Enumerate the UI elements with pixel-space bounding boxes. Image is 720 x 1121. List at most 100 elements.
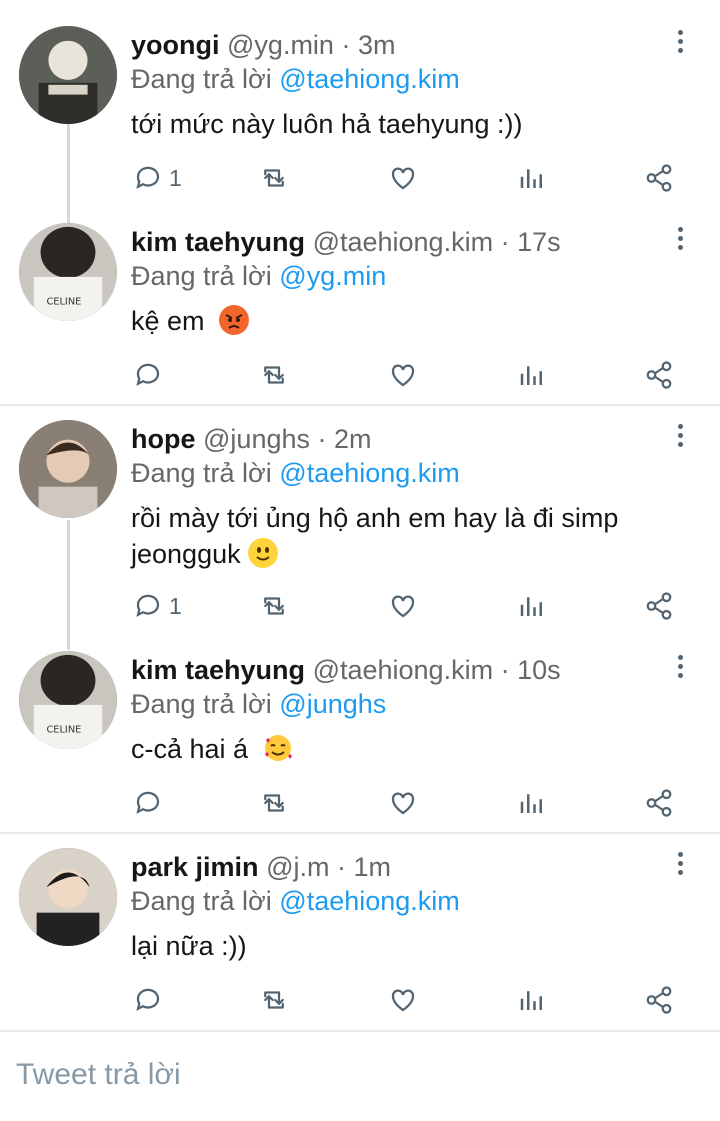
replying-prefix: Đang trả lời: [131, 261, 272, 291]
timestamp[interactable]: 10s: [517, 655, 561, 685]
timestamp[interactable]: 1m: [354, 852, 392, 882]
tweet-actions: [0, 783, 720, 823]
separator-dot: ·: [341, 30, 351, 60]
timestamp[interactable]: 3m: [358, 30, 396, 60]
divider: [0, 404, 720, 406]
slightly-smiling-face-icon: [247, 538, 278, 568]
share-button[interactable]: [644, 980, 674, 1020]
mention-link[interactable]: @yg.min: [279, 261, 386, 291]
user-handle[interactable]: @taehiong.kim: [313, 227, 494, 257]
replying-prefix: Đang trả lời: [131, 458, 272, 488]
more-options-icon[interactable]: [668, 30, 692, 60]
separator-dot: ·: [500, 655, 510, 685]
avatar[interactable]: [19, 26, 117, 124]
analytics-icon: [520, 597, 542, 616]
analytics-button[interactable]: [517, 980, 547, 1020]
retweet-button[interactable]: [259, 158, 289, 198]
avatar[interactable]: CELINE: [19, 651, 117, 749]
tweet-actions: 1: [0, 586, 720, 626]
analytics-button[interactable]: [517, 783, 547, 823]
timestamp[interactable]: 17s: [517, 227, 561, 257]
retweet-button[interactable]: [259, 980, 289, 1020]
tweet-actions: 1: [0, 158, 720, 198]
user-handle[interactable]: @j.m: [266, 852, 329, 882]
display-name[interactable]: yoongi: [131, 30, 220, 60]
retweet-icon: [264, 169, 284, 187]
like-button[interactable]: [388, 355, 418, 395]
share-icon: [646, 592, 672, 620]
tweet-text-line: jeongguk: [131, 539, 241, 569]
tweet-actions: [0, 980, 720, 1020]
tweet-header: hope @junghs · 2m: [131, 422, 372, 456]
tweet-kim-taehyung[interactable]: CELINE kim taehyung @taehiong.kim · 17s …: [0, 223, 720, 403]
like-button[interactable]: [388, 586, 418, 626]
tweet-text-line: c-cả hai á: [131, 734, 249, 764]
mention-link[interactable]: @junghs: [279, 689, 386, 719]
tweet-yoongi[interactable]: yoongi @yg.min · 3m Đang trả lời @taehio…: [0, 26, 720, 206]
display-name[interactable]: kim taehyung: [131, 655, 305, 685]
mention-link[interactable]: @taehiong.kim: [279, 886, 460, 916]
reply-input[interactable]: Tweet trả lời: [16, 1058, 181, 1092]
like-icon: [391, 595, 415, 618]
comment-icon: [136, 988, 160, 1011]
replying-prefix: Đang trả lời: [131, 689, 272, 719]
share-button[interactable]: [644, 783, 674, 823]
more-options-icon[interactable]: [668, 852, 692, 882]
reply-button[interactable]: 1: [133, 586, 182, 626]
display-name[interactable]: park jimin: [131, 852, 259, 882]
share-icon: [646, 164, 672, 192]
display-name[interactable]: kim taehyung: [131, 227, 305, 257]
like-button[interactable]: [388, 783, 418, 823]
retweet-button[interactable]: [259, 783, 289, 823]
timestamp[interactable]: 2m: [334, 424, 372, 454]
reply-count: 1: [169, 592, 182, 619]
display-name[interactable]: hope: [131, 424, 196, 454]
mention-link[interactable]: @taehiong.kim: [279, 64, 460, 94]
analytics-button[interactable]: [517, 586, 547, 626]
user-handle[interactable]: @yg.min: [227, 30, 334, 60]
reply-button[interactable]: [133, 980, 169, 1020]
tweet-kim-taehyung[interactable]: CELINE kim taehyung @taehiong.kim · 10s …: [0, 651, 720, 831]
mention-link[interactable]: @taehiong.kim: [279, 458, 460, 488]
tweet-text-line: rồi mày tới ủng hộ anh em hay là đi simp: [131, 503, 619, 533]
like-button[interactable]: [388, 980, 418, 1020]
like-button[interactable]: [388, 158, 418, 198]
share-icon: [646, 789, 672, 817]
share-icon: [646, 361, 672, 389]
reply-composer[interactable]: Tweet trả lời: [0, 1030, 720, 1121]
retweet-icon: [264, 597, 284, 615]
reply-button[interactable]: [133, 355, 169, 395]
retweet-icon: [264, 794, 284, 812]
avatar[interactable]: [19, 420, 117, 518]
tweet-header: kim taehyung @taehiong.kim · 10s: [131, 653, 561, 687]
share-button[interactable]: [644, 355, 674, 395]
tweet-park-jimin[interactable]: park jimin @j.m · 1m Đang trả lời @taehi…: [0, 848, 720, 1028]
retweet-button[interactable]: [259, 586, 289, 626]
share-icon: [646, 986, 672, 1014]
more-options-icon[interactable]: [668, 424, 692, 454]
replying-to: Đang trả lời @yg.min: [131, 259, 386, 293]
separator-dot: ·: [317, 424, 327, 454]
share-button[interactable]: [644, 586, 674, 626]
more-options-icon[interactable]: [668, 655, 692, 685]
user-handle[interactable]: @taehiong.kim: [313, 655, 494, 685]
user-handle[interactable]: @junghs: [203, 424, 310, 454]
avatar[interactable]: CELINE: [19, 223, 117, 321]
analytics-icon: [520, 366, 542, 385]
comment-icon: [136, 166, 160, 189]
analytics-icon: [520, 991, 542, 1010]
reply-button[interactable]: [133, 783, 169, 823]
analytics-button[interactable]: [517, 158, 547, 198]
tweet-hope[interactable]: hope @junghs · 2m Đang trả lời @taehiong…: [0, 420, 720, 630]
avatar[interactable]: [19, 848, 117, 946]
retweet-button[interactable]: [259, 355, 289, 395]
more-options-icon[interactable]: [668, 227, 692, 257]
retweet-icon: [264, 366, 284, 384]
reply-button[interactable]: 1: [133, 158, 182, 198]
analytics-button[interactable]: [517, 355, 547, 395]
replying-to: Đang trả lời @taehiong.kim: [131, 456, 460, 490]
tweet-text-line: lại nữa :)): [131, 931, 247, 961]
tweet-text: kệ em: [131, 303, 691, 339]
tweet-text: rồi mày tới ủng hộ anh em hay là đi simp…: [131, 500, 691, 572]
share-button[interactable]: [644, 158, 674, 198]
